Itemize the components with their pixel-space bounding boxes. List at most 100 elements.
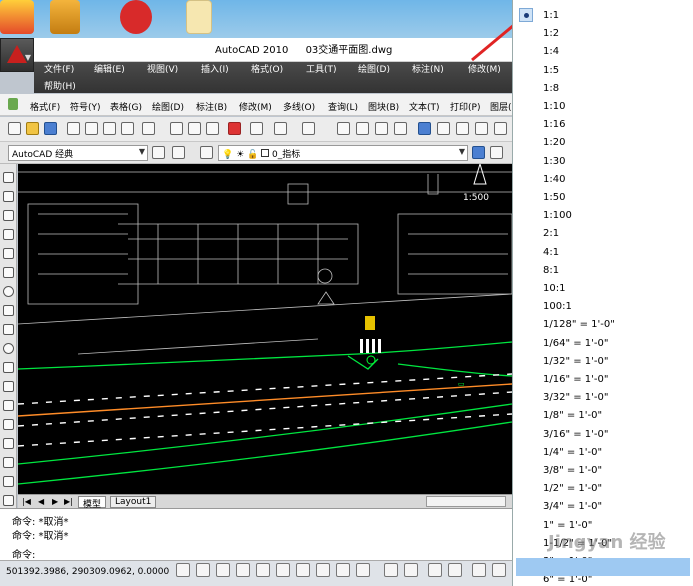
scale-option[interactable]: 3/8" = 1'-0": [543, 465, 602, 476]
scale-option[interactable]: 1:40: [543, 174, 565, 185]
polygon-tool-icon[interactable]: [3, 229, 14, 240]
copy-icon[interactable]: [188, 122, 201, 135]
scale-option[interactable]: 1:2: [543, 28, 559, 39]
scale-option[interactable]: 1:16: [543, 119, 565, 130]
tab-layout1[interactable]: Layout1: [110, 496, 157, 508]
sheet-set-icon[interactable]: [475, 122, 488, 135]
polar-tracking-icon[interactable]: [236, 563, 250, 577]
cut-icon[interactable]: [170, 122, 183, 135]
object-snap-tracking-icon[interactable]: [276, 563, 290, 577]
scale-option[interactable]: 1:8: [543, 83, 559, 94]
scale-option[interactable]: 1:1: [543, 10, 559, 21]
model-space-icon[interactable]: [384, 563, 398, 577]
menu-help[interactable]: 帮助(H): [44, 79, 76, 92]
markup-icon[interactable]: [494, 122, 507, 135]
arc-tool-icon[interactable]: [3, 267, 14, 278]
design-center-icon[interactable]: [437, 122, 450, 135]
scale-option[interactable]: 1:50: [543, 192, 565, 203]
menu-draw-classic[interactable]: 绘图(D): [152, 100, 184, 113]
menu-format-classic[interactable]: 格式(F): [30, 100, 60, 113]
desktop-app-icon[interactable]: [0, 0, 34, 34]
zoom-window-icon[interactable]: [375, 122, 388, 135]
menu-multiline[interactable]: 多线(O): [283, 100, 315, 113]
layer-previous-icon[interactable]: [490, 146, 503, 159]
print-icon[interactable]: [67, 122, 80, 135]
insert-block-icon[interactable]: [3, 381, 14, 392]
ellipse-arc-icon[interactable]: [3, 362, 14, 373]
scale-option[interactable]: 1/8" = 1'-0": [543, 410, 602, 421]
scale-option[interactable]: 2:1: [543, 228, 559, 239]
annotation-scale-icon[interactable]: [472, 563, 486, 577]
save-icon[interactable]: [44, 122, 57, 135]
polyline-tool-icon[interactable]: [3, 210, 14, 221]
scale-option[interactable]: 1/16" = 1'-0": [543, 374, 608, 385]
horizontal-scrollbar[interactable]: [426, 496, 506, 507]
ortho-mode-icon[interactable]: [216, 563, 230, 577]
my-workspace-icon[interactable]: [172, 146, 185, 159]
workspace-settings-icon[interactable]: [152, 146, 165, 159]
layout-space-icon[interactable]: [404, 563, 418, 577]
line-tool-icon[interactable]: [3, 172, 14, 183]
point-tool-icon[interactable]: [3, 419, 14, 430]
rectangle-tool-icon[interactable]: [3, 248, 14, 259]
scale-option[interactable]: 1:100: [543, 210, 572, 221]
menu-symbol[interactable]: 符号(Y): [70, 100, 101, 113]
scale-option[interactable]: 1:30: [543, 156, 565, 167]
tab-model[interactable]: 模型: [78, 496, 107, 510]
scale-option[interactable]: 1:5: [543, 65, 559, 76]
application-menu-button[interactable]: ▼: [0, 38, 34, 72]
menu-insert[interactable]: 插入(I): [201, 62, 229, 75]
workspace-switch-icon[interactable]: [492, 563, 506, 577]
desktop-meitu-icon[interactable]: [120, 0, 152, 34]
plot-icon[interactable]: [142, 122, 155, 135]
scale-option[interactable]: 3/4" = 1'-0": [543, 501, 602, 512]
gradient-tool-icon[interactable]: [3, 457, 14, 468]
grid-display-icon[interactable]: [196, 563, 210, 577]
object-snap-icon[interactable]: [256, 563, 270, 577]
undo-icon[interactable]: [274, 122, 287, 135]
scale-option[interactable]: 1/32" = 1'-0": [543, 356, 608, 367]
scale-option[interactable]: 3/32" = 1'-0": [543, 392, 608, 403]
construction-line-icon[interactable]: [3, 191, 14, 202]
make-current-layer-icon[interactable]: [472, 146, 485, 159]
annotation-scale-list[interactable]: 1:1 1:2 1:4 1:5 1:8 1:10 1:16 1:20 1:30 1:40 1:50 1…: [512, 0, 693, 586]
zoom-status-icon[interactable]: [448, 563, 462, 577]
scale-option[interactable]: 1:20: [543, 137, 565, 148]
scale-option[interactable]: 1/4" = 1'-0": [543, 447, 602, 458]
circle-tool-icon[interactable]: [3, 286, 14, 297]
next-tab-icon[interactable]: ▶: [52, 497, 58, 506]
menu-dimension[interactable]: 标注(N): [412, 62, 444, 75]
layer-manager-icon[interactable]: [200, 146, 213, 159]
layer-select[interactable]: 💡 ☀ 🔓 0_指标 ▼: [218, 145, 468, 161]
menu-text[interactable]: 文本(T): [409, 100, 440, 113]
scale-option[interactable]: 8:1: [543, 265, 559, 276]
new-file-icon[interactable]: [8, 122, 21, 135]
snap-mode-icon[interactable]: [176, 563, 190, 577]
command-line-window[interactable]: 命令: *取消* 命令: *取消* 命令:: [0, 508, 512, 561]
menu-print[interactable]: 打印(P): [450, 100, 480, 113]
menu-block[interactable]: 图块(B): [368, 100, 399, 113]
redo-icon[interactable]: [302, 122, 315, 135]
revision-cloud-icon[interactable]: [3, 305, 14, 316]
workspace-select[interactable]: AutoCAD 经典 ▼: [8, 145, 148, 161]
menu-draw[interactable]: 绘图(D): [358, 62, 390, 75]
scale-option[interactable]: 1:4: [543, 46, 559, 57]
match-properties-icon[interactable]: [228, 122, 241, 135]
pan-icon[interactable]: [337, 122, 350, 135]
menu-view[interactable]: 视图(V): [147, 62, 178, 75]
menu-query[interactable]: 查询(L): [328, 100, 358, 113]
scale-option[interactable]: 1:10: [543, 101, 565, 112]
dynamic-input-icon[interactable]: [316, 563, 330, 577]
quick-properties-icon[interactable]: [356, 563, 370, 577]
menu-table[interactable]: 表格(G): [110, 100, 142, 113]
3d-dwf-icon[interactable]: [121, 122, 134, 135]
pan-status-icon[interactable]: [428, 563, 442, 577]
make-block-icon[interactable]: [3, 400, 14, 411]
scale-option[interactable]: 1/64" = 1'-0": [543, 338, 608, 349]
hatch-tool-icon[interactable]: [3, 438, 14, 449]
properties-icon[interactable]: [418, 122, 431, 135]
scale-option[interactable]: 1/2" = 1'-0": [543, 483, 602, 494]
region-tool-icon[interactable]: [3, 476, 14, 487]
ellipse-tool-icon[interactable]: [3, 343, 14, 354]
last-tab-icon[interactable]: ▶|: [64, 497, 73, 506]
